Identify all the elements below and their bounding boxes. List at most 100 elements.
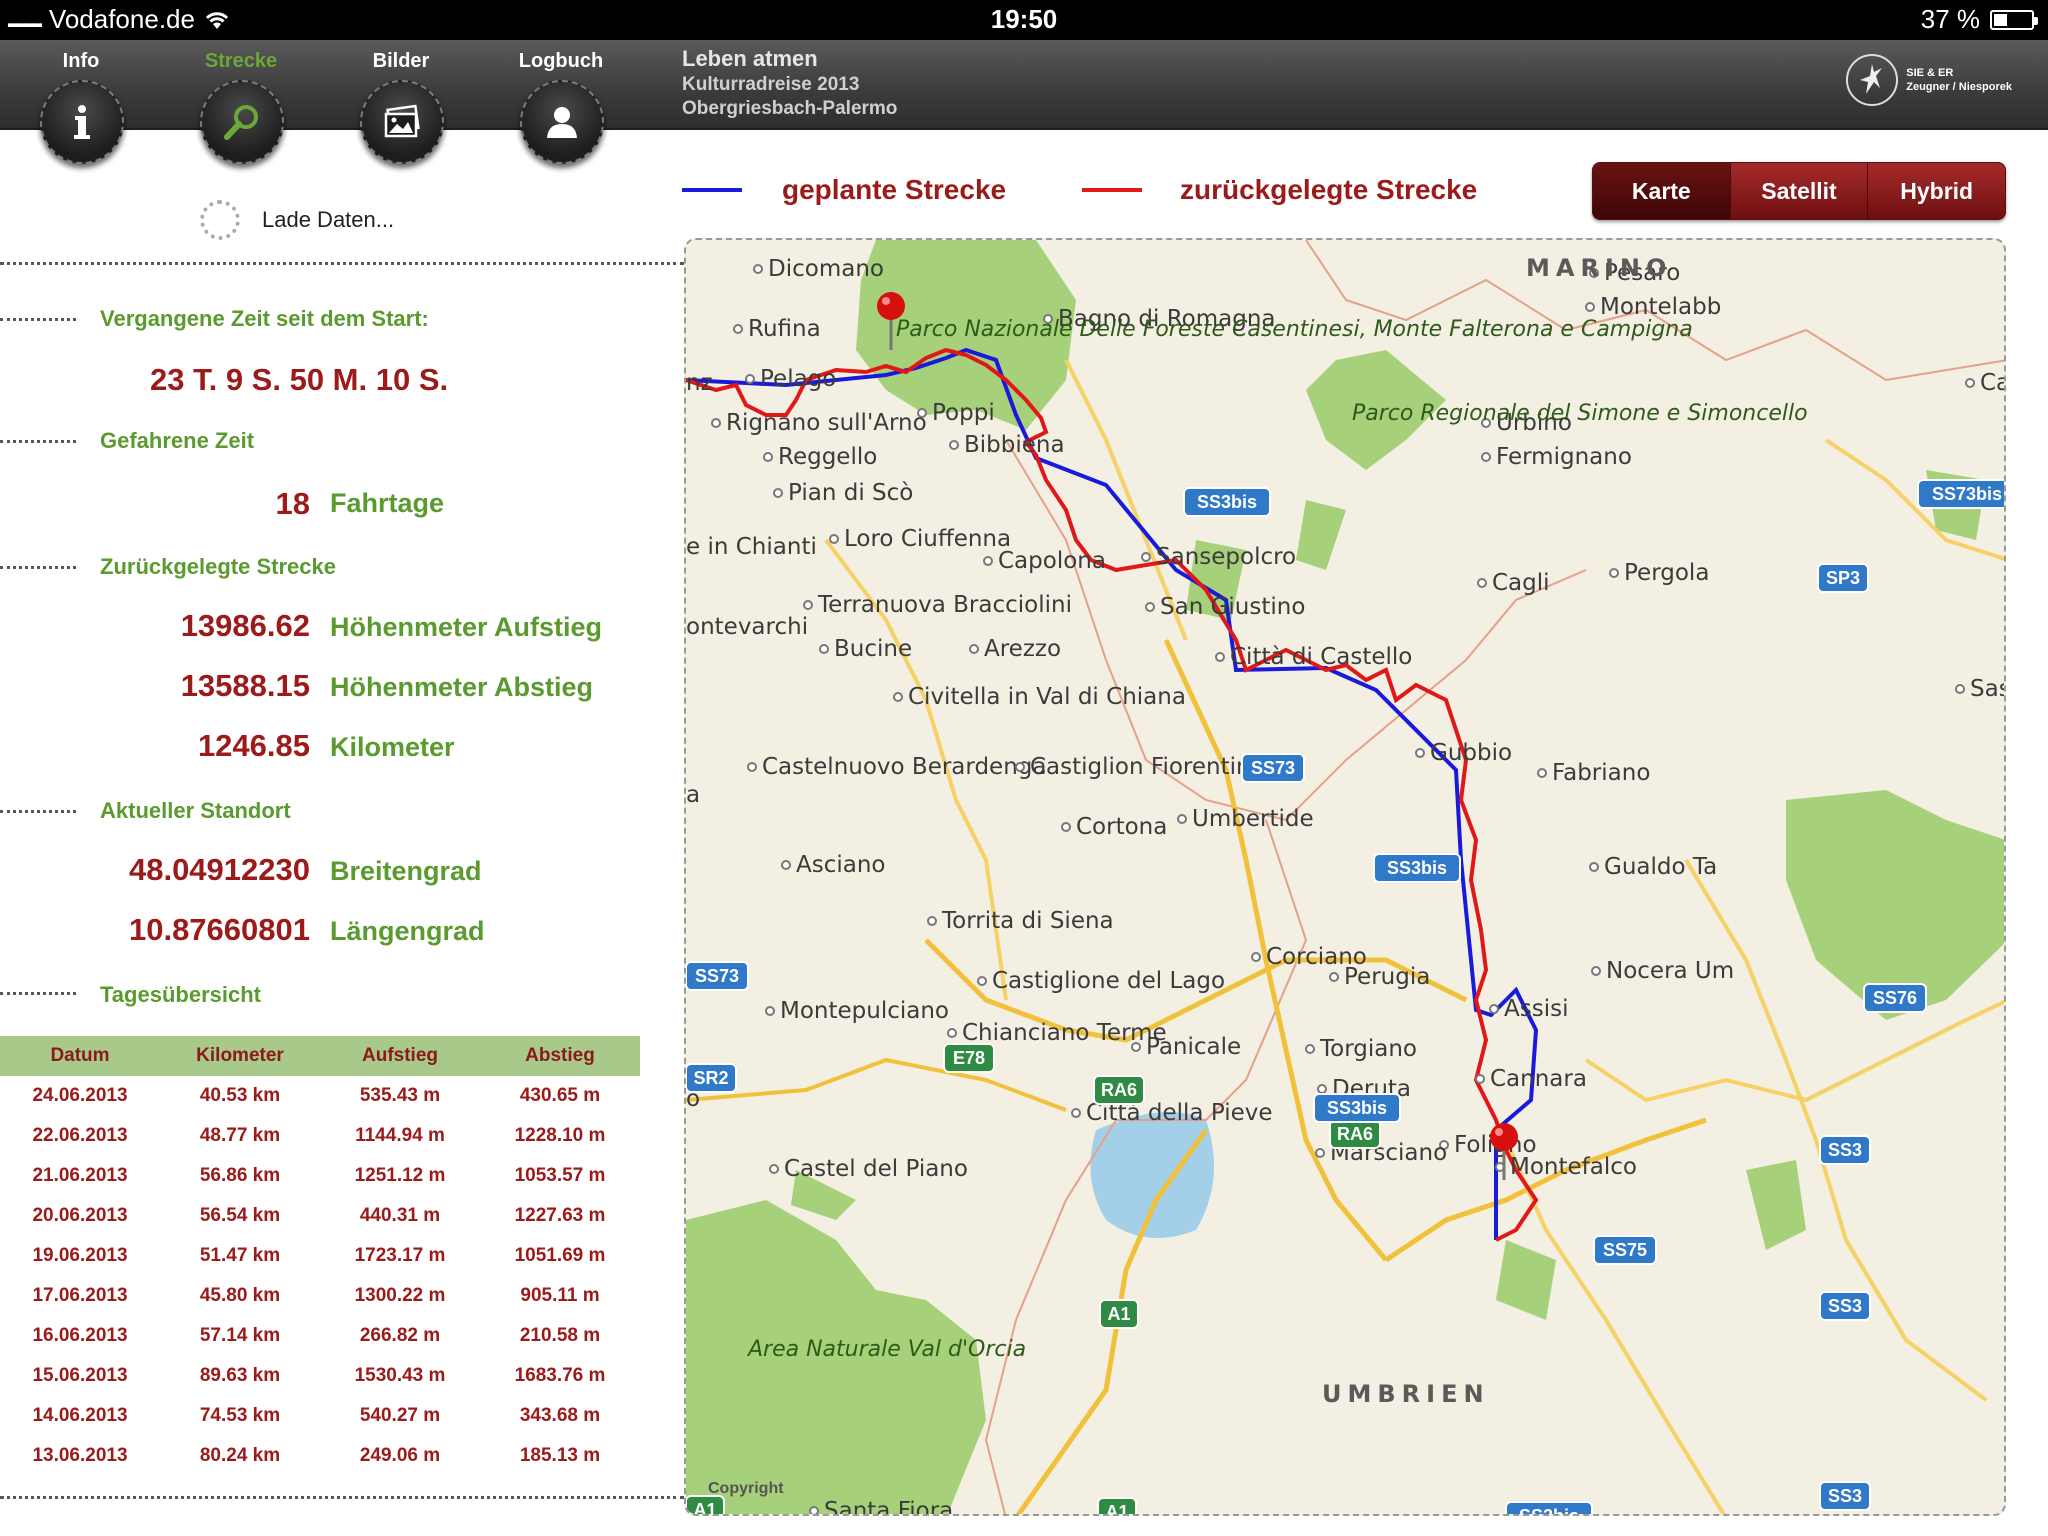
divider [0,262,684,265]
park-area [1496,1240,1556,1320]
road-shield-label: SS3bis [1327,1098,1387,1118]
table-row: 15.06.2013 89.63 km 1530.43 m 1683.76 m [0,1356,640,1396]
road-shield-label: A1 [693,1500,716,1516]
daily-overview-table[interactable]: Datum Kilometer Aufstieg Abstieg 24.06.2… [0,1036,640,1486]
table-cell: 1723.17 m [354,1245,446,1266]
road-shield-label: SS73 [1251,758,1295,778]
table-cell: 1227.63 m [514,1205,606,1226]
place-label: Bibbiena [964,432,1065,458]
travelled-route-swatch [1082,188,1142,192]
road-shield-label: SS3 [1828,1486,1862,1506]
region-label: MARINO [1526,254,1672,282]
map-type-satellit[interactable]: Satellit [1731,163,1869,219]
place-label: Torrita di Siena [941,908,1114,934]
place-label: Cannara [1490,1066,1587,1092]
place-dot [1145,602,1155,612]
logo-line2: Zeugner / Niesporek [1906,81,2012,93]
place-dot [829,534,839,544]
place-label: Dicomano [768,256,884,282]
place-dot [1537,768,1547,778]
place-label: e in Chianti [686,534,817,560]
road-shield-label: SS76 [1873,988,1917,1008]
lat-label: Breitengrad [330,856,482,886]
place-label: Montepulciano [780,998,949,1024]
table-cell: 185.13 m [519,1445,601,1466]
place-dot [1955,684,1965,694]
map-copyright-link[interactable]: Copyright [708,1480,784,1498]
planned-route-swatch [682,188,742,192]
tab-logbuch[interactable]: Logbuch [506,40,616,164]
map-type-karte[interactable]: Karte [1593,163,1731,219]
road-shield-label: SR2 [693,1068,728,1088]
place-dot [753,264,763,274]
place-dot [769,1164,779,1174]
table-cell: 89.63 km [199,1365,281,1386]
map-type-selector[interactable]: Karte Satellit Hybrid [1592,162,2006,220]
table-cell: 40.53 km [199,1085,281,1106]
trip-route: Obergriesbach-Palermo [682,98,898,119]
place-dot [927,916,937,926]
place-label: Perugia [1344,964,1430,990]
place-label: Fabriano [1552,760,1650,786]
route-map[interactable]: Dicomano Rufina Pelago Rignano sull'Arno Reg… [684,238,2006,1516]
table-cell: 343.68 m [519,1405,601,1426]
tab-info[interactable]: Info [26,40,136,164]
place-dot [773,488,783,498]
descent-label: Höhenmeter Abstieg [330,672,594,702]
table-row: 20.06.2013 56.54 km 440.31 m 1227.63 m [0,1196,640,1236]
place-dot [977,976,987,986]
place-dot [1415,748,1425,758]
place-label: Gualdo Ta [1604,854,1717,880]
loading-indicator: Lade Daten... [200,200,394,240]
km-label: Kilometer [330,732,455,762]
place-label: Sasso [1970,676,2006,702]
divider [0,810,76,813]
place-dot [969,644,979,654]
place-label: Castelnuovo Berardenga [762,754,1046,780]
place-dot [1071,1108,1081,1118]
table-cell: 1144.94 m [355,1125,445,1146]
place-label: Bucine [834,636,912,662]
table-row: 19.06.2013 51.47 km 1723.17 m 1051.69 m [0,1236,640,1276]
table-row: 22.06.2013 48.77 km 1144.94 m 1228.10 m [0,1116,640,1156]
place-label: Rufina [748,316,821,342]
road-shield-label: SS3 [1828,1140,1862,1160]
lon-label: Längengrad [330,916,485,946]
place-label: Santa Fiora [824,1498,953,1516]
person-icon [520,80,604,164]
ascent-value: 13986.62 [180,608,310,643]
trip-subtitle: Kulturradreise 2013 [682,74,860,95]
place-label: Assisi [1504,996,1568,1022]
place-dot [1315,1148,1325,1158]
divider [0,566,76,569]
place-label: a [686,782,700,808]
road-shield-label: RA6 [1337,1124,1373,1144]
trip-title-block: Leben atmen Kulturradreise 2013 Obergrie… [682,46,897,120]
ride-days-label: Fahrtage [330,488,445,518]
header-date: Datum [50,1045,110,1066]
elapsed-value: 23 T. 9 S. 50 M. 10 S. [150,362,449,397]
place-label: Sansepolcro [1156,544,1296,570]
travelled-route-label: zurückgelegte Strecke [1180,174,1478,205]
trip-title: Leben atmen [682,46,818,71]
place-label: Gubbio [1430,740,1512,766]
header-km: Kilometer [196,1045,284,1066]
place-label: Castiglione del Lago [992,968,1225,994]
place-dot [781,860,791,870]
spinner-icon [200,200,240,240]
tab-strecke[interactable]: Strecke [186,40,296,164]
place-dot [1589,862,1599,872]
place-dot [1489,1004,1499,1014]
map-type-hybrid[interactable]: Hybrid [1868,163,2005,219]
table-cell: 13.06.2013 [32,1445,128,1466]
table-cell: 19.06.2013 [32,1245,128,1266]
place-dot [763,452,773,462]
place-label: San Giustino [1160,594,1305,620]
header-ascent: Aufstieg [362,1045,438,1066]
place-dot [1131,1042,1141,1052]
place-dot [765,1006,775,1016]
info-icon [40,80,124,164]
tab-bilder[interactable]: Bilder [346,40,456,164]
park-area [1296,500,1346,570]
table-cell: 20.06.2013 [32,1205,128,1226]
